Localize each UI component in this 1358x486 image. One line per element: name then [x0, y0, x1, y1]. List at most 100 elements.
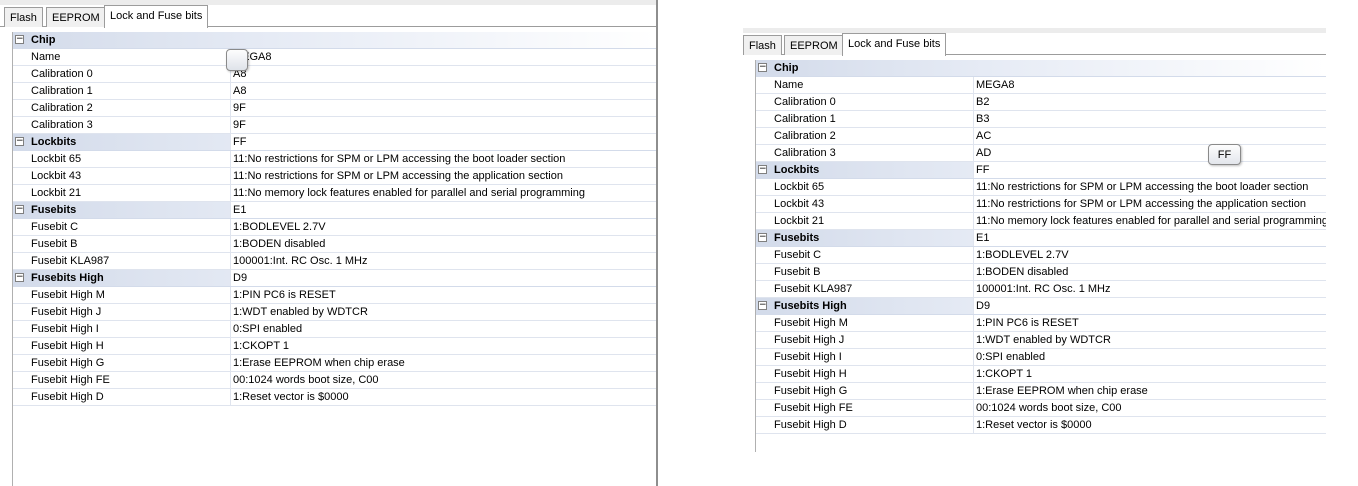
property-value[interactable]: 1:BODEN disabled — [976, 266, 1068, 278]
property-value[interactable]: E1 — [976, 232, 989, 244]
property-row[interactable]: Fusebit KLA987 100001:Int. RC Osc. 1 MHz — [756, 281, 1326, 298]
property-value[interactable]: E1 — [233, 204, 246, 216]
property-row[interactable]: Calibration 0 A8 — [13, 66, 656, 83]
property-row[interactable]: Calibration 0 B2 — [756, 94, 1326, 111]
category-row[interactable]: − Fusebits E1 — [13, 202, 656, 219]
category-row[interactable]: − Fusebits High D9 — [756, 298, 1326, 315]
property-row[interactable]: Fusebit High I 0:SPI enabled — [756, 349, 1326, 366]
property-row[interactable]: Fusebit KLA987 100001:Int. RC Osc. 1 MHz — [13, 253, 656, 270]
tab-eeprom[interactable]: EEPROM — [46, 7, 106, 27]
property-value[interactable]: 00:1024 words boot size, C00 — [233, 374, 379, 386]
property-row[interactable]: Calibration 3 9F — [13, 117, 656, 134]
property-value[interactable]: 1:Erase EEPROM when chip erase — [233, 357, 405, 369]
property-row[interactable]: Fusebit B 1:BODEN disabled — [13, 236, 656, 253]
property-row[interactable]: Lockbit 65 11:No restrictions for SPM or … — [756, 179, 1326, 196]
property-value[interactable]: 9F — [233, 119, 246, 131]
property-row[interactable]: Fusebit High M 1:PIN PC6 is RESET — [756, 315, 1326, 332]
property-row[interactable]: Calibration 1 B3 — [756, 111, 1326, 128]
property-row[interactable]: Lockbit 43 11:No restrictions for SPM or … — [13, 168, 656, 185]
category-row[interactable]: − Chip — [13, 32, 656, 49]
property-value[interactable]: 1:BODEN disabled — [233, 238, 325, 250]
property-row[interactable]: Name MEGA8 — [756, 77, 1326, 94]
drag-chip[interactable]: FF — [1208, 144, 1241, 165]
property-value[interactable]: 9F — [233, 102, 246, 114]
property-value[interactable]: 11:No restrictions for SPM or LPM access… — [233, 153, 565, 165]
property-value[interactable]: 1:Erase EEPROM when chip erase — [976, 385, 1148, 397]
property-row[interactable]: Fusebit C 1:BODLEVEL 2.7V — [756, 247, 1326, 264]
property-value[interactable]: 100001:Int. RC Osc. 1 MHz — [976, 283, 1111, 295]
property-row[interactable]: Lockbit 43 11:No restrictions for SPM or … — [756, 196, 1326, 213]
tab-flash[interactable]: Flash — [4, 7, 43, 27]
property-value[interactable]: A8 — [233, 85, 246, 97]
property-value[interactable]: 1:PIN PC6 is RESET — [976, 317, 1079, 329]
collapse-icon[interactable]: − — [15, 137, 24, 146]
property-value[interactable]: 1:Reset vector is $0000 — [233, 391, 349, 403]
property-row[interactable]: Calibration 2 9F — [13, 100, 656, 117]
property-value[interactable]: 1:BODLEVEL 2.7V — [976, 249, 1069, 261]
property-value[interactable]: 1:BODLEVEL 2.7V — [233, 221, 326, 233]
property-value[interactable]: AC — [976, 130, 991, 142]
property-value[interactable]: 11:No restrictions for SPM or LPM access… — [976, 181, 1308, 193]
collapse-icon[interactable]: − — [758, 301, 767, 310]
property-value[interactable]: B3 — [976, 113, 989, 125]
property-row[interactable]: Fusebit High D 1:Reset vector is $0000 — [13, 389, 656, 406]
property-row[interactable]: Fusebit B 1:BODEN disabled — [756, 264, 1326, 281]
property-value[interactable]: 00:1024 words boot size, C00 — [976, 402, 1122, 414]
property-row[interactable]: Calibration 1 A8 — [13, 83, 656, 100]
property-value[interactable]: AD — [976, 147, 991, 159]
category-row[interactable]: − Fusebits High D9 — [13, 270, 656, 287]
property-value[interactable]: 0:SPI enabled — [976, 351, 1045, 363]
property-value[interactable]: 1:WDT enabled by WDTCR — [233, 306, 368, 318]
drag-chip[interactable] — [226, 49, 248, 71]
property-row[interactable]: Fusebit High FE 00:1024 words boot size, … — [756, 400, 1326, 417]
property-row[interactable]: Fusebit High I 0:SPI enabled — [13, 321, 656, 338]
property-value[interactable]: 1:Reset vector is $0000 — [976, 419, 1092, 431]
property-value[interactable]: MEGA8 — [976, 79, 1015, 91]
property-value[interactable]: 11:No memory lock features enabled for p… — [976, 215, 1326, 227]
collapse-icon[interactable]: − — [15, 35, 24, 44]
tab-flash[interactable]: Flash — [743, 35, 782, 55]
property-value[interactable]: 100001:Int. RC Osc. 1 MHz — [233, 255, 368, 267]
property-value[interactable]: 1:CKOPT 1 — [233, 340, 289, 352]
property-value[interactable]: FF — [233, 136, 246, 148]
property-value[interactable]: 0:SPI enabled — [233, 323, 302, 335]
collapse-icon[interactable]: − — [758, 63, 767, 72]
property-value[interactable]: 11:No restrictions for SPM or LPM access… — [976, 198, 1306, 210]
property-row[interactable]: Calibration 2 AC — [756, 128, 1326, 145]
property-value[interactable]: 1:CKOPT 1 — [976, 368, 1032, 380]
collapse-icon[interactable]: − — [758, 233, 767, 242]
collapse-icon[interactable]: − — [758, 165, 767, 174]
property-row[interactable]: Fusebit High G 1:Erase EEPROM when chip e… — [13, 355, 656, 372]
tab-eeprom[interactable]: EEPROM — [784, 35, 844, 55]
property-value[interactable]: 11:No restrictions for SPM or LPM access… — [233, 170, 563, 182]
property-value[interactable]: B2 — [976, 96, 989, 108]
property-row[interactable]: Lockbit 21 11:No memory lock features ena… — [756, 213, 1326, 230]
category-row[interactable]: − Fusebits E1 — [756, 230, 1326, 247]
property-row[interactable]: Fusebit High J 1:WDT enabled by WDTCR — [13, 304, 656, 321]
property-row[interactable]: Fusebit High D 1:Reset vector is $0000 — [756, 417, 1326, 434]
property-value[interactable]: FF — [976, 164, 989, 176]
property-row[interactable]: Fusebit High H 1:CKOPT 1 — [756, 366, 1326, 383]
collapse-icon[interactable]: − — [15, 205, 24, 214]
property-value[interactable]: D9 — [233, 272, 247, 284]
property-row[interactable]: Fusebit High J 1:WDT enabled by WDTCR — [756, 332, 1326, 349]
property-value[interactable]: D9 — [976, 300, 990, 312]
category-row[interactable]: − Lockbits FF — [756, 162, 1326, 179]
tab-lock-and-fuse-bits[interactable]: Lock and Fuse bits — [104, 5, 209, 28]
property-row[interactable]: Fusebit High FE 00:1024 words boot size, … — [13, 372, 656, 389]
property-row[interactable]: Fusebit High G 1:Erase EEPROM when chip e… — [756, 383, 1326, 400]
property-row[interactable]: Fusebit High H 1:CKOPT 1 — [13, 338, 656, 355]
column-divider — [973, 332, 974, 348]
property-row[interactable]: Fusebit C 1:BODLEVEL 2.7V — [13, 219, 656, 236]
tab-lock-and-fuse-bits[interactable]: Lock and Fuse bits — [842, 33, 947, 56]
property-value[interactable]: 1:WDT enabled by WDTCR — [976, 334, 1111, 346]
property-value[interactable]: 1:PIN PC6 is RESET — [233, 289, 336, 301]
property-row[interactable]: Lockbit 21 11:No memory lock features ena… — [13, 185, 656, 202]
category-row[interactable]: − Chip — [756, 60, 1326, 77]
property-row[interactable]: Name MEGA8 — [13, 49, 656, 66]
collapse-icon[interactable]: − — [15, 273, 24, 282]
property-row[interactable]: Lockbit 65 11:No restrictions for SPM or … — [13, 151, 656, 168]
property-value[interactable]: 11:No memory lock features enabled for p… — [233, 187, 585, 199]
property-row[interactable]: Fusebit High M 1:PIN PC6 is RESET — [13, 287, 656, 304]
category-row[interactable]: − Lockbits FF — [13, 134, 656, 151]
